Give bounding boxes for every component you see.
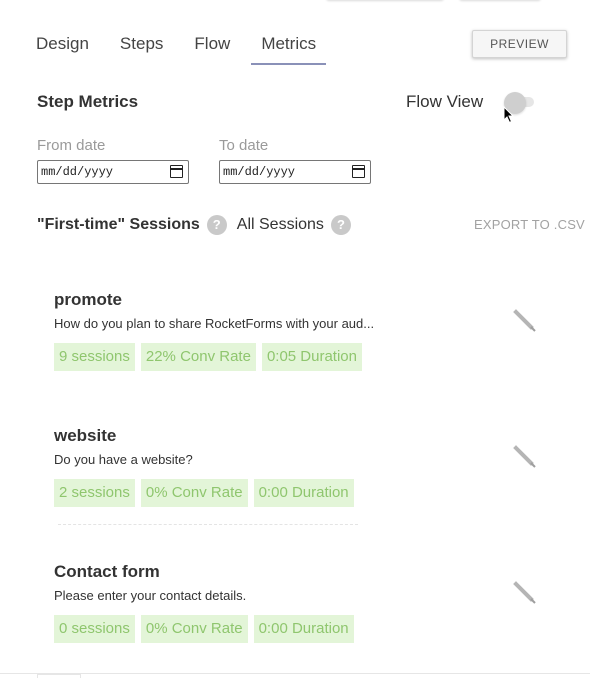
step-description: Please enter your contact details. — [54, 588, 247, 603]
conv-rate-badge: 0% Conv Rate — [140, 615, 248, 643]
first-time-sessions-option[interactable]: "First-time" Sessions — [37, 216, 200, 234]
tab-design[interactable]: Design — [26, 34, 99, 65]
page-title: Step Metrics — [37, 92, 139, 111]
duration-badge: 0:05 Duration — [261, 343, 362, 371]
step-name: Contact form — [54, 562, 160, 581]
to-date-value: mm/dd/yyyy — [223, 165, 296, 179]
step-name: promote — [54, 290, 122, 309]
pencil-icon[interactable] — [512, 580, 538, 606]
duration-badge: 0:00 Duration — [253, 479, 354, 507]
sessions-badge: 9 sessions — [54, 343, 135, 371]
step-card: promote How do you plan to share RocketF… — [54, 290, 554, 371]
question-circle-icon[interactable]: ? — [206, 215, 227, 235]
mouse-cursor-icon — [503, 106, 515, 124]
conv-rate-badge: 0% Conv Rate — [140, 479, 248, 507]
step-card: website Do you have a website? 2 session… — [54, 426, 554, 507]
step-card: Contact form Please enter your contact d… — [54, 562, 554, 643]
pencil-icon[interactable] — [512, 308, 538, 334]
from-date-value: mm/dd/yyyy — [41, 165, 114, 179]
flow-view-label: Flow View — [406, 92, 484, 111]
to-date-input[interactable]: mm/dd/yyyy — [219, 160, 371, 184]
question-circle-icon[interactable]: ? — [330, 215, 351, 235]
to-date-label: To date — [219, 137, 269, 154]
divider — [0, 673, 590, 674]
step-description: How do you plan to share RocketForms wit… — [54, 316, 375, 331]
export-csv-link[interactable]: EXPORT TO .CSV — [474, 217, 585, 232]
sessions-badge: 2 sessions — [54, 479, 135, 507]
tab-metrics[interactable]: Metrics — [251, 34, 327, 65]
preview-button[interactable]: PREVIEW — [472, 30, 567, 58]
bottom-partial-element — [37, 674, 81, 678]
from-date-label: From date — [37, 137, 106, 154]
duration-badge: 0:00 Duration — [253, 615, 354, 643]
session-filter: "First-time" Sessions ? All Sessions ? — [37, 214, 361, 236]
step-metrics: 9 sessions 22% Conv Rate 0:05 Duration — [54, 343, 554, 371]
from-date-input[interactable]: mm/dd/yyyy — [37, 160, 189, 184]
step-description: Do you have a website? — [54, 452, 193, 467]
step-metrics: 0 sessions 0% Conv Rate 0:00 Duration — [54, 615, 554, 643]
calendar-icon[interactable] — [352, 165, 365, 178]
step-metrics: 2 sessions 0% Conv Rate 0:00 Duration — [54, 479, 554, 507]
step-name: website — [54, 426, 117, 445]
conv-rate-badge: 22% Conv Rate — [140, 343, 256, 371]
tab-bar: Design Steps Flow Metrics — [26, 34, 337, 66]
tab-flow[interactable]: Flow — [184, 34, 240, 65]
pencil-icon[interactable] — [512, 444, 538, 470]
tab-steps[interactable]: Steps — [110, 34, 173, 65]
sessions-badge: 0 sessions — [54, 615, 135, 643]
divider — [58, 524, 358, 526]
all-sessions-option[interactable]: All Sessions — [237, 216, 324, 234]
calendar-icon[interactable] — [170, 165, 183, 178]
